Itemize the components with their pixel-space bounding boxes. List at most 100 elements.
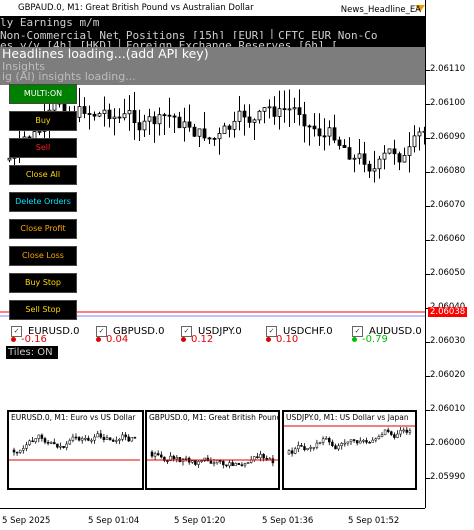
mini-candle-body (115, 440, 118, 442)
mini-candle-body (374, 438, 378, 441)
candle-body (387, 148, 392, 154)
mini-candle-body (59, 445, 62, 448)
mini-candle-body (90, 439, 93, 442)
mini-candle-body (352, 439, 356, 441)
candle-body (217, 133, 222, 140)
candle-body (82, 106, 87, 114)
close-profit-button[interactable]: Close Profit (9, 219, 77, 239)
mini-candle-body (46, 442, 50, 444)
mini-candle-body (153, 453, 157, 457)
mini-candle-body (225, 464, 228, 467)
mini-candle-body (271, 458, 275, 464)
mini-candle-body (65, 443, 68, 448)
mini-candle-body (306, 448, 309, 451)
pair-change: 0.12 (181, 334, 213, 345)
candle-body (252, 119, 257, 123)
mini-candle-body (34, 438, 37, 443)
candle-body (267, 106, 272, 109)
candle-body (402, 155, 407, 163)
pair-item-usdchf[interactable]: ✓ USDCHF.0 0.10 (266, 321, 333, 345)
mini-chart-eurusd[interactable]: EURUSD.0, M1: Euro vs US Dollar (7, 410, 144, 490)
pair-change-value: 0.04 (106, 334, 129, 345)
mini-candle-body (396, 433, 399, 438)
pair-item-audusd[interactable]: ✓ AUDUSD.0 -0.79 (352, 321, 422, 345)
mini-candle-body (243, 463, 247, 466)
mini-candle-body (231, 462, 234, 467)
mini-chart-plot (284, 425, 415, 457)
headline-status: Headlines loading...(add API key) (2, 46, 209, 61)
mini-candle-body (160, 454, 163, 458)
mini-candle-body (380, 434, 384, 437)
candle-body (342, 145, 347, 148)
mini-candle-body (18, 449, 22, 453)
price-label: 2.06030 (430, 336, 466, 346)
mini-candle-body (340, 443, 343, 447)
candle-body (247, 116, 252, 123)
mini-candle-body (287, 450, 291, 455)
mini-candle-body (309, 447, 312, 449)
mini-chart-usdjpy[interactable]: USDJPY.0, M1: US Dollar vs Japan (282, 410, 417, 490)
close-loss-button[interactable]: Close Loss (9, 246, 77, 266)
sell-button[interactable]: Sell (9, 138, 77, 158)
candle-body (272, 106, 277, 117)
mini-candle-body (62, 445, 65, 448)
candle-body (202, 128, 207, 139)
tiles-toggle-button[interactable]: Tiles: ON (6, 346, 58, 359)
candle-body (157, 114, 162, 125)
mini-candle-body (102, 436, 106, 440)
mini-candle-body (331, 441, 334, 447)
mini-candle-body (156, 453, 160, 456)
mini-candle-body (368, 442, 371, 444)
price-label: 2.06100 (430, 98, 466, 108)
time-label: 5 Sep 01:52 (348, 516, 400, 526)
candle-body (282, 108, 287, 111)
time-label: 5 Sep 01:36 (262, 516, 314, 526)
mini-candle-body (228, 462, 231, 467)
candle-body (312, 125, 317, 130)
candle-body (192, 126, 197, 137)
delete-orders-button[interactable]: Delete Orders (9, 192, 77, 212)
pair-change: -0.16 (11, 334, 47, 345)
price-label: 2.05990 (430, 472, 466, 482)
close-all-button[interactable]: Close All (9, 165, 77, 185)
mini-candle-body (108, 437, 112, 441)
mini-chart-gbpusd[interactable]: GBPUSD.0, M1: Great British Pound (145, 410, 280, 490)
pair-item-gbpusd[interactable]: ✓ GBPUSD.0 0.04 (96, 321, 165, 345)
mini-candle-body (111, 439, 115, 442)
buy-stop-button[interactable]: Buy Stop (9, 273, 77, 293)
mini-candle-body (328, 437, 331, 443)
candle-body (187, 121, 192, 128)
candle-body (167, 114, 172, 117)
candle-body (417, 131, 422, 137)
candle-body (97, 113, 102, 117)
mini-candle-body (349, 439, 353, 443)
mini-candle-body (77, 437, 81, 441)
candle-body (392, 148, 397, 155)
chart-symbol: GBPAUD.0, M1: (18, 3, 83, 13)
mini-candle-body (209, 460, 213, 464)
candle-body (197, 128, 202, 137)
mini-chart-title: GBPUSD.0, M1: Great British Pound (149, 413, 280, 422)
price-label: 2.06080 (430, 166, 466, 176)
candle-body (327, 127, 332, 137)
mini-candle-body (268, 458, 272, 460)
time-label: 5 Sep 2025 (2, 516, 51, 526)
multi-toggle-button[interactable]: MULTI:ON (9, 84, 77, 104)
time-label: 5 Sep 01:20 (174, 516, 226, 526)
candle-body (77, 106, 82, 118)
candle-body (152, 116, 157, 125)
mini-candle-body (53, 442, 56, 445)
buy-button[interactable]: Buy (9, 111, 77, 131)
sell-stop-button[interactable]: Sell Stop (9, 300, 77, 320)
candle-body (317, 128, 322, 137)
mini-candle-body (80, 438, 84, 441)
mini-candle-body (43, 438, 47, 443)
mini-candle-body (12, 449, 16, 453)
candle-body (377, 158, 382, 170)
mini-chart-title: USDJPY.0, M1: US Dollar vs Japan (286, 413, 409, 422)
price-axis: 2.06110 2.06100 2.06090 2.06080 2.06070 2.060… (425, 0, 474, 508)
pair-item-eurusd[interactable]: ✓ EURUSD.0 -0.16 (11, 321, 80, 345)
candle-body (222, 125, 227, 134)
pair-item-usdjpy[interactable]: ✓ USDJPY.0 0.12 (181, 321, 242, 345)
candle-body (142, 120, 147, 131)
